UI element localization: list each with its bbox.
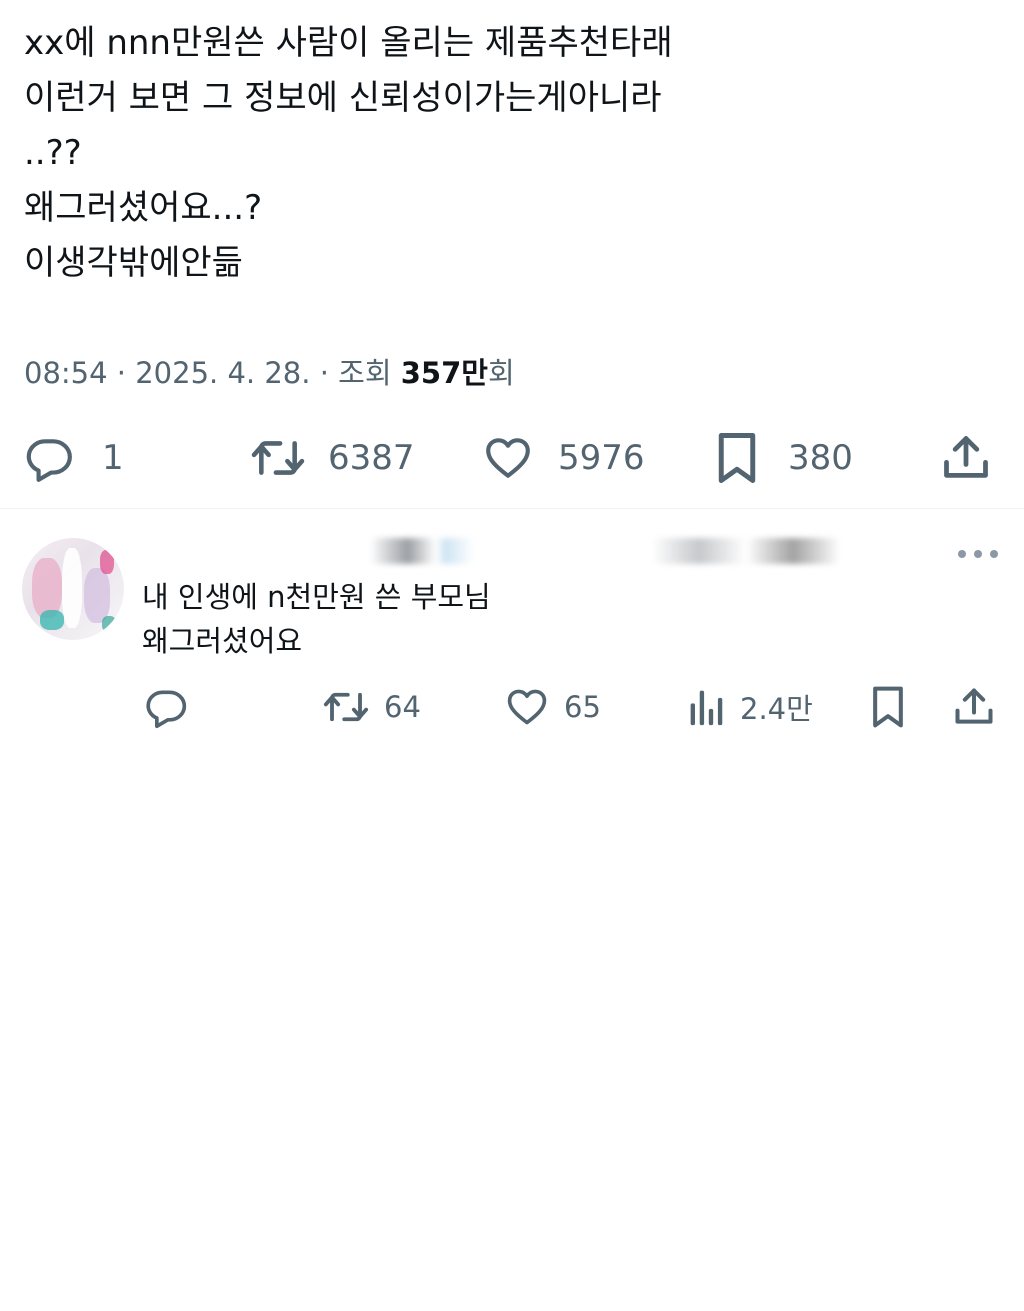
dot xyxy=(974,550,982,558)
dot xyxy=(990,550,998,558)
reply-views-button[interactable]: 2.4만 xyxy=(688,682,813,732)
redacted-username xyxy=(370,538,840,564)
tweet-text-line: 이런거 보면 그 정보에 신뢰성이가는게아니라 xyxy=(24,78,662,118)
retweet-count: 6387 xyxy=(328,438,415,478)
reply-bookmark-button[interactable] xyxy=(868,682,908,732)
tweet-meta: 08:54 · 2025. 4. 28. · 조회 357만회 xyxy=(24,350,515,392)
tweet-text-line: 이생각밖에안듦 xyxy=(24,243,243,283)
comment-bubble-icon xyxy=(26,439,72,482)
bar-chart-icon xyxy=(690,690,723,726)
share-upload-icon xyxy=(944,436,988,478)
retweet-icon xyxy=(323,692,369,722)
like-button[interactable]: 5976 xyxy=(482,428,645,488)
reply-retweet-button[interactable]: 64 xyxy=(322,682,421,732)
share-upload-icon xyxy=(955,688,993,724)
meta-separator: · xyxy=(116,356,127,390)
reply-count: 1 xyxy=(102,438,124,478)
heart-icon xyxy=(507,689,547,725)
avatar[interactable] xyxy=(22,538,124,640)
bookmark-icon xyxy=(873,686,903,728)
reply-retweet-count: 64 xyxy=(384,690,421,724)
reply-views-count: 2.4만 xyxy=(740,692,813,726)
tweet-date[interactable]: 2025. 4. 28. xyxy=(135,356,310,390)
retweet-icon xyxy=(251,441,305,475)
reply-text: 내 인생에 n천만원 쓴 부모님 왜그러셨어요 xyxy=(142,575,491,663)
tweet-action-bar: 1 6387 5976 380 xyxy=(0,428,1024,488)
reply-text-line: 왜그러셨어요 xyxy=(142,624,303,658)
tweet-text-line: ..?? xyxy=(24,133,82,173)
heart-icon xyxy=(486,438,530,478)
reply-text-line: 내 인생에 n천만원 쓴 부모님 xyxy=(142,580,491,614)
reply-action-bar: 64 65 2.4만 xyxy=(0,682,1024,732)
bookmark-button[interactable]: 380 xyxy=(714,428,853,488)
meta-separator: · xyxy=(319,356,329,390)
tweet-text-line: xx에 nnn만원쓴 사람이 올리는 제품추천타래 xyxy=(24,23,673,63)
share-button[interactable] xyxy=(940,428,992,488)
divider xyxy=(0,508,1024,509)
reply-share-button[interactable] xyxy=(952,682,996,732)
tweet-text: xx에 nnn만원쓴 사람이 올리는 제품추천타래 이런거 보면 그 정보에 신… xyxy=(24,16,984,291)
comment-bubble-icon xyxy=(146,690,187,729)
reply-button[interactable]: 1 xyxy=(24,428,124,488)
views-label: 조회 xyxy=(338,356,392,390)
retweet-button[interactable]: 6387 xyxy=(250,428,415,488)
like-count: 5976 xyxy=(558,438,645,478)
reply-like-button[interactable]: 65 xyxy=(504,682,601,732)
tweet-detail-page: xx에 nnn만원쓴 사람이 올리는 제품추천타래 이런거 보면 그 정보에 신… xyxy=(0,0,1024,1311)
bookmark-icon xyxy=(718,433,756,483)
views-suffix: 회 xyxy=(487,356,515,390)
reply-reply-button[interactable] xyxy=(144,682,188,732)
tweet-text-line: 왜그러셨어요...? xyxy=(24,188,263,228)
dot xyxy=(958,550,966,558)
reply-tweet[interactable]: 내 인생에 n천만원 쓴 부모님 왜그러셨어요 64 65 2.4만 xyxy=(0,520,1024,750)
reply-like-count: 65 xyxy=(564,690,601,724)
views-count[interactable]: 357만 xyxy=(401,356,488,390)
bookmark-count: 380 xyxy=(788,438,853,478)
more-dots-icon[interactable] xyxy=(958,544,998,564)
tweet-time[interactable]: 08:54 xyxy=(24,356,108,390)
